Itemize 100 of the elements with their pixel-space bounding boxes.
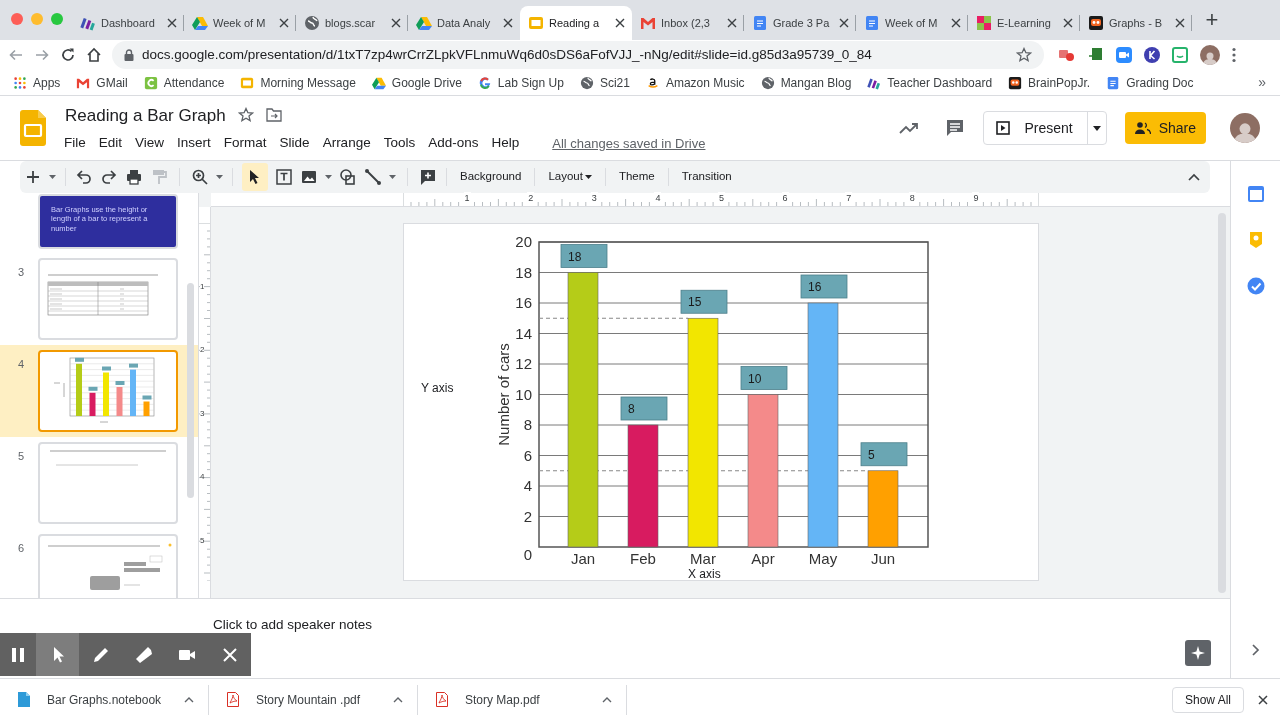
browser-tab[interactable]: Inbox (2,3 xyxy=(632,6,744,40)
caret-icon[interactable] xyxy=(49,175,56,179)
close-icon[interactable] xyxy=(1175,18,1185,28)
reload-icon[interactable] xyxy=(60,47,76,63)
comment-icon[interactable] xyxy=(945,118,966,138)
redo-icon[interactable] xyxy=(100,168,118,186)
text-box-icon[interactable] xyxy=(275,168,293,186)
download-item[interactable]: Bar Graphs.notebook xyxy=(0,684,209,715)
move-to-folder-icon[interactable] xyxy=(265,108,282,123)
annotation-tool-button[interactable] xyxy=(36,633,79,676)
caret-icon[interactable] xyxy=(216,175,223,179)
bookmark[interactable]: Morning Message xyxy=(240,73,356,92)
bookmark[interactable]: Mangan Blog xyxy=(760,73,852,92)
caret-icon[interactable] xyxy=(389,175,396,179)
menu-item[interactable]: Arrange xyxy=(322,133,371,154)
avatar[interactable] xyxy=(1200,45,1220,65)
close-icon[interactable] xyxy=(167,18,177,28)
close-icon[interactable] xyxy=(839,18,849,28)
menu-item[interactable]: File xyxy=(64,133,86,154)
bookmark[interactable]: Sci21 xyxy=(579,73,630,92)
chat-icon[interactable] xyxy=(1172,47,1188,63)
bookmark[interactable]: Grading Doc xyxy=(1106,73,1194,92)
extension-icon[interactable] xyxy=(1088,47,1104,63)
scrollbar-thumb[interactable] xyxy=(187,283,194,498)
image-icon[interactable] xyxy=(300,168,318,186)
bookmark[interactable]: Apps xyxy=(13,73,61,92)
menu-item[interactable]: Tools xyxy=(383,133,416,154)
shape-icon[interactable] xyxy=(339,168,357,186)
download-item[interactable]: Story Mountain .pdf xyxy=(209,684,418,715)
add-icon[interactable] xyxy=(24,168,42,186)
add-comment-icon[interactable] xyxy=(419,168,437,186)
menu-item[interactable]: Help xyxy=(491,133,520,154)
menu-item[interactable]: Add-ons xyxy=(428,133,479,154)
toolbar-button[interactable]: Transition xyxy=(677,168,736,186)
extension-icon[interactable] xyxy=(1058,47,1076,63)
browser-tab[interactable]: Data Analy xyxy=(408,6,520,40)
close-icon[interactable] xyxy=(391,18,401,28)
check-circle-icon[interactable] xyxy=(1246,277,1265,295)
toolbar-button[interactable]: Theme xyxy=(614,168,659,186)
close-icon xyxy=(220,645,239,664)
browser-tab[interactable]: Grade 3 Pa xyxy=(744,6,856,40)
browser-tab[interactable]: Graphs - B xyxy=(1080,6,1192,40)
letter-circle-icon[interactable] xyxy=(1144,47,1160,63)
close-icon[interactable] xyxy=(1258,694,1268,705)
bookmark[interactable]: BrainPopJr. xyxy=(1008,73,1091,92)
close-icon[interactable] xyxy=(615,18,625,28)
expand-icon[interactable] xyxy=(1251,644,1260,656)
home-icon[interactable] xyxy=(86,47,102,63)
collapse-icon[interactable] xyxy=(1188,173,1200,181)
menu-item[interactable]: Format xyxy=(223,133,267,154)
print-icon[interactable] xyxy=(125,168,143,186)
undo-icon[interactable] xyxy=(75,168,93,186)
close-icon[interactable] xyxy=(279,18,289,28)
bookmark[interactable]: Lab Sign Up xyxy=(477,73,564,92)
menu-item[interactable]: Edit xyxy=(98,133,123,154)
line-icon[interactable] xyxy=(364,168,382,186)
avatar[interactable] xyxy=(1230,113,1260,143)
address-bar[interactable]: docs.google.com/presentation/d/1txT7zp4wrCrrZLpkVFLnmuWq6d0sDS6aFofVJJ_-nNg/edit#slide=id.g85d3a95739_0_84 xyxy=(112,41,1044,69)
toolbar-button[interactable]: Layout xyxy=(544,168,596,186)
chevron-up-icon[interactable] xyxy=(184,696,194,703)
close-icon[interactable] xyxy=(727,18,737,28)
bookmark[interactable]: Amazon Music xyxy=(645,73,745,92)
add-note-button[interactable] xyxy=(1185,640,1211,666)
close-icon[interactable] xyxy=(1063,18,1073,28)
browser-tab[interactable]: blogs.scar xyxy=(296,6,408,40)
menu-item[interactable]: Slide xyxy=(279,133,310,154)
video-camera-icon[interactable] xyxy=(1116,47,1132,63)
document-title[interactable]: Reading a Bar Graph xyxy=(65,102,226,129)
menu-item[interactable]: View xyxy=(135,133,165,154)
close-icon[interactable] xyxy=(503,18,513,28)
new-tab-button[interactable]: + xyxy=(1198,6,1226,34)
speaker-notes-field[interactable]: Click to add speaker notes xyxy=(213,617,373,632)
show-all-button[interactable]: Show All xyxy=(1171,686,1244,713)
chevron-up-icon[interactable] xyxy=(602,696,612,703)
caret-icon[interactable] xyxy=(325,175,332,179)
chevron-up-icon[interactable] xyxy=(393,696,403,703)
more-bookmarks-button[interactable]: » xyxy=(1258,72,1266,93)
save-status-link[interactable]: All changes saved in Drive xyxy=(552,133,706,153)
download-item[interactable]: Story Map.pdf xyxy=(418,684,627,715)
bookmark[interactable]: Teacher Dashboard xyxy=(867,73,993,92)
browser-tab[interactable]: Week of M xyxy=(184,6,296,40)
toolbar-button[interactable]: Background xyxy=(456,168,526,186)
close-icon[interactable] xyxy=(951,18,961,28)
star-icon[interactable] xyxy=(237,107,254,124)
bookmark[interactable]: GMail xyxy=(76,73,128,92)
trend-line-icon[interactable] xyxy=(899,121,920,135)
bookmark[interactable]: Attendance xyxy=(143,73,225,92)
menu-item[interactable]: Insert xyxy=(177,133,211,154)
browser-tab[interactable]: Reading a xyxy=(520,6,632,40)
zoom-icon[interactable] xyxy=(191,168,209,186)
browser-tab[interactable]: Week of M xyxy=(856,6,968,40)
calendar-icon[interactable] xyxy=(1246,185,1265,203)
slide-thumbnail[interactable] xyxy=(38,442,178,524)
more-vertical-icon[interactable] xyxy=(1232,47,1236,63)
share-button[interactable]: Share xyxy=(1124,112,1206,144)
browser-tab[interactable]: E-Learning xyxy=(968,6,1080,40)
bookmark[interactable]: Google Drive xyxy=(371,73,462,92)
star-icon[interactable] xyxy=(1016,47,1032,63)
browser-tab[interactable]: Dashboard xyxy=(72,6,184,40)
select-tool-button[interactable] xyxy=(242,163,268,191)
